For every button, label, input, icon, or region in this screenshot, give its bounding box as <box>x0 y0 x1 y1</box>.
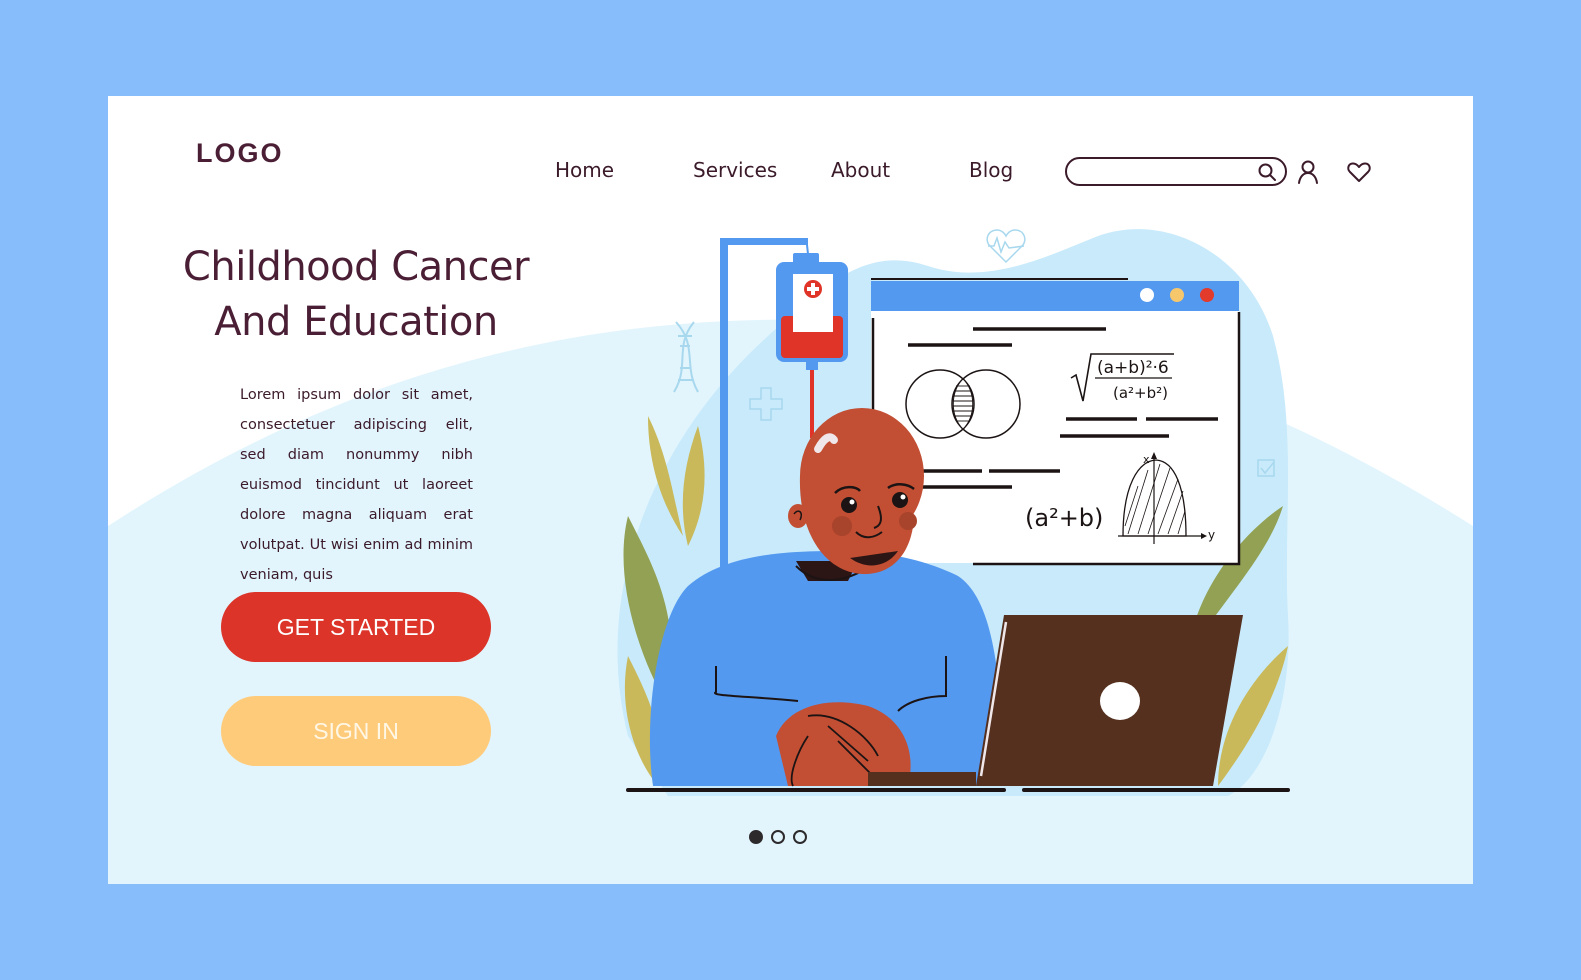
landing-card: LOGO Home Services About Blog Childhood … <box>108 96 1473 884</box>
nav-about[interactable]: About <box>831 158 890 182</box>
carousel-dot-1[interactable] <box>749 830 763 844</box>
page-title: Childhood Cancer And Education <box>168 240 544 350</box>
title-line-2: And Education <box>214 299 498 345</box>
title-line-1: Childhood Cancer <box>182 244 530 290</box>
search-bar <box>1065 157 1287 186</box>
user-icon[interactable] <box>1295 159 1321 185</box>
heart-icon[interactable] <box>1346 159 1372 185</box>
nav-home[interactable]: Home <box>555 158 614 182</box>
carousel-dot-3[interactable] <box>793 830 807 844</box>
nav-services[interactable]: Services <box>693 158 777 182</box>
search-icon[interactable] <box>1257 162 1277 182</box>
search-input[interactable] <box>1079 162 1253 182</box>
nav-blog[interactable]: Blog <box>969 158 1013 182</box>
logo[interactable]: LOGO <box>196 138 284 169</box>
sign-in-button[interactable]: SIGN IN <box>221 696 491 766</box>
carousel-indicator <box>749 830 807 844</box>
carousel-dot-2[interactable] <box>771 830 785 844</box>
hero-description: Lorem ipsum dolor sit amet, consectetuer… <box>240 387 473 583</box>
get-started-button[interactable]: GET STARTED <box>221 592 491 662</box>
